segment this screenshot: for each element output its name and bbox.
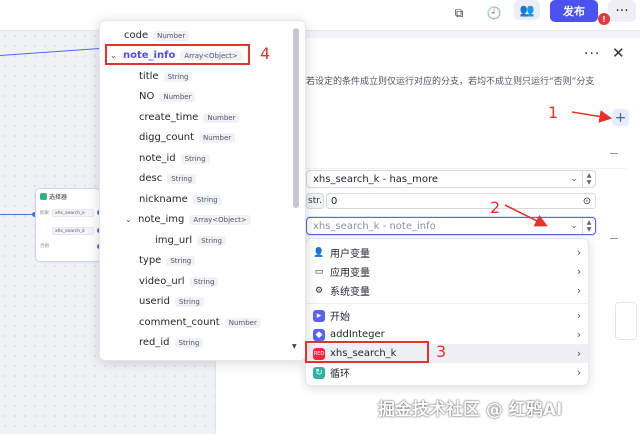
annotation-arrow-1 [571,110,613,123]
annotation-arrow-2 [504,204,548,227]
annotation-arrows [504,110,613,227]
watermark: 掘金技术社区 @ 红鸦AI [378,400,563,420]
